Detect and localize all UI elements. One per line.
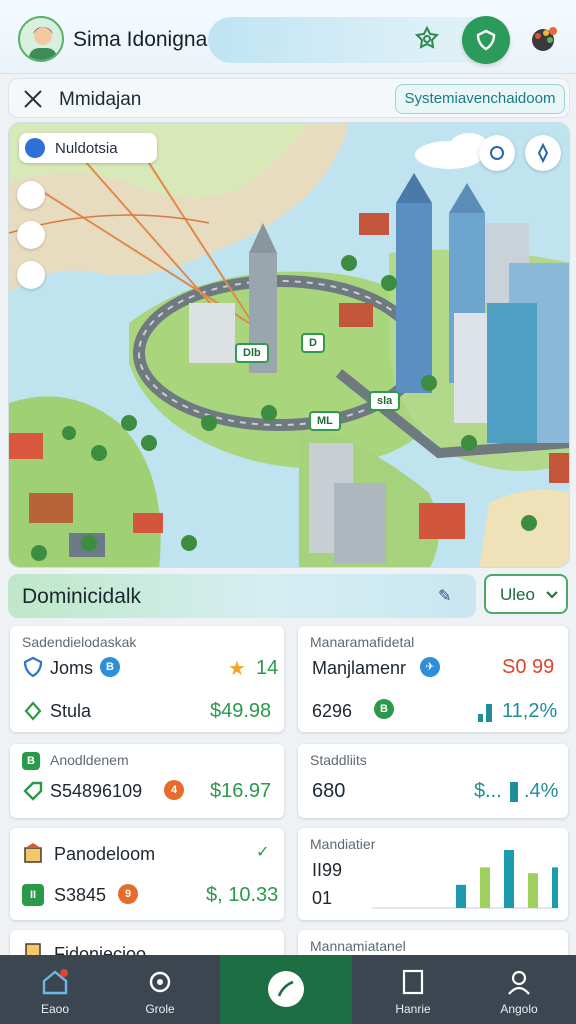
map-layer-button[interactable] [17, 181, 45, 209]
map-illustration [9, 123, 569, 567]
card-row-value: $49.98 [210, 700, 272, 722]
document-icon [402, 969, 424, 995]
user-icon [508, 970, 530, 995]
plane-icon: ✈ [420, 657, 440, 677]
nav-label: Angolo [500, 1002, 538, 1016]
map-filter-button[interactable] [17, 261, 45, 289]
card-subtitle: Sadendielodaskak [22, 634, 137, 650]
tag-icon [23, 781, 43, 801]
nav-item-compass[interactable] [220, 955, 352, 1024]
map-tag[interactable]: sla [369, 391, 401, 411]
system-button[interactable]: Systemiavenchaidoom [395, 84, 565, 114]
stat-card[interactable]: Manaramafidetal Manjlamenr ✈ S0 99 6296 … [298, 626, 568, 732]
info-badge: B [374, 699, 394, 719]
card-subtitle: Staddliits [310, 752, 367, 768]
close-icon[interactable] [21, 87, 45, 111]
stat-card[interactable]: B Anodldenem S54896109 4 $16.97 [10, 744, 284, 818]
card-row-label: 680 [312, 780, 346, 802]
stat-card[interactable]: Staddliits 680 $... .4% [298, 744, 568, 818]
gear-icon [149, 971, 171, 993]
shield-button[interactable] [462, 16, 510, 64]
top-bar: Sima Idonigna [0, 0, 576, 74]
map-compass-button[interactable] [525, 135, 561, 171]
bar-mini-icon [478, 704, 492, 722]
card-row-value: S0 99 [502, 656, 555, 678]
card-row-value: 11,2% [502, 700, 558, 722]
chart-card[interactable]: Mandiatier II99 01 [298, 828, 568, 920]
card-row-label: S54896109 [50, 781, 143, 801]
card-row-label: Stula [50, 701, 92, 721]
info-badge: B [100, 657, 120, 677]
info-badge: 4 [164, 780, 184, 800]
search-bar[interactable]: Mmidajan Systemiavenchaidoom [8, 78, 570, 118]
chart-bar [552, 867, 558, 908]
card-row-value: $, 10.33 [206, 884, 279, 906]
shield-icon [23, 656, 43, 678]
card-row-label: 01 [312, 888, 333, 908]
app-title: Sima Idonigna [73, 28, 208, 51]
search-input[interactable]: Mmidajan [59, 89, 141, 111]
compass-icon [277, 980, 294, 997]
chart-bar [480, 867, 490, 908]
shield-icon [476, 29, 496, 51]
stat-card[interactable]: Panodeloom ✓ II S3845 9 $, 10.33 [10, 828, 284, 920]
location-chip-label: Nuldotsia [55, 140, 118, 157]
list-badge: II [22, 884, 44, 906]
dashboard-title: Dominicidalk [22, 585, 142, 608]
dashboard-header: Dominicidalk ✎ [8, 574, 476, 618]
info-badge: 9 [118, 884, 138, 904]
nav-item-profile[interactable]: Angolo [464, 955, 574, 1024]
chevron-down-icon [546, 591, 558, 599]
info-badge: B [22, 752, 40, 770]
card-row-label: II99 [312, 860, 343, 880]
nav-label: Grole [145, 1002, 175, 1016]
palette-icon[interactable] [526, 22, 560, 56]
card-subtitle: Mannamiatanel [310, 938, 406, 954]
leaf-icon [24, 701, 42, 721]
map-route-button[interactable] [17, 221, 45, 249]
card-subtitle: Mandiatier [310, 836, 376, 852]
nav-label: Hanrie [395, 1002, 431, 1016]
bar-mini-icon [510, 782, 518, 802]
card-subtitle: Manaramafidetal [310, 634, 415, 650]
check-icon: ✓ [256, 844, 270, 861]
map-settings-button[interactable] [479, 135, 515, 171]
map-tag[interactable]: Dlb [235, 343, 269, 363]
map-tag[interactable]: ML [309, 411, 341, 431]
chart-bar [456, 884, 466, 908]
building-icon [24, 843, 42, 863]
card-row-value: $... [474, 780, 502, 802]
card-row-value: $16.97 [210, 780, 272, 802]
card-row-label: S3845 [54, 885, 107, 905]
compass-icon [537, 143, 549, 163]
card-row-label: Manjlamenr [312, 658, 407, 678]
mini-bar-chart [372, 850, 558, 909]
nav-item-home[interactable]: Eaoo [0, 955, 110, 1024]
nav-item-documents[interactable]: Hanrie [358, 955, 468, 1024]
settings-star-icon[interactable] [410, 22, 444, 56]
avatar[interactable] [18, 16, 64, 62]
city-map[interactable]: Nuldotsia Dlb D sla ML [8, 122, 570, 568]
star-icon: ★ [228, 658, 246, 680]
compass-fab[interactable] [268, 971, 304, 1007]
edit-icon[interactable]: ✎ [438, 586, 451, 606]
map-tag[interactable]: D [301, 333, 325, 353]
stat-card[interactable]: Sadendielodaskak Joms B ★ 14 Stula $49.9… [10, 626, 284, 732]
location-pin-icon [25, 138, 45, 158]
nav-item-settings[interactable]: Grole [105, 955, 215, 1024]
chart-bar [528, 873, 538, 908]
gear-icon [490, 146, 504, 160]
card-subtitle: Anodldenem [50, 752, 129, 768]
card-title: Panodeloom [54, 844, 156, 864]
dashboard-select-value: Uleo [500, 585, 535, 604]
dashboard-select[interactable]: Uleo [484, 574, 568, 614]
home-icon [42, 969, 68, 995]
card-row-label: 6296 [312, 701, 353, 721]
location-chip[interactable]: Nuldotsia [19, 133, 157, 163]
card-row-label: Joms [50, 658, 94, 678]
card-row-value: 14 [256, 657, 279, 679]
card-row-pct: .4% [524, 780, 559, 802]
chart-bar [504, 850, 514, 908]
nav-label: Eaoo [40, 1002, 70, 1016]
